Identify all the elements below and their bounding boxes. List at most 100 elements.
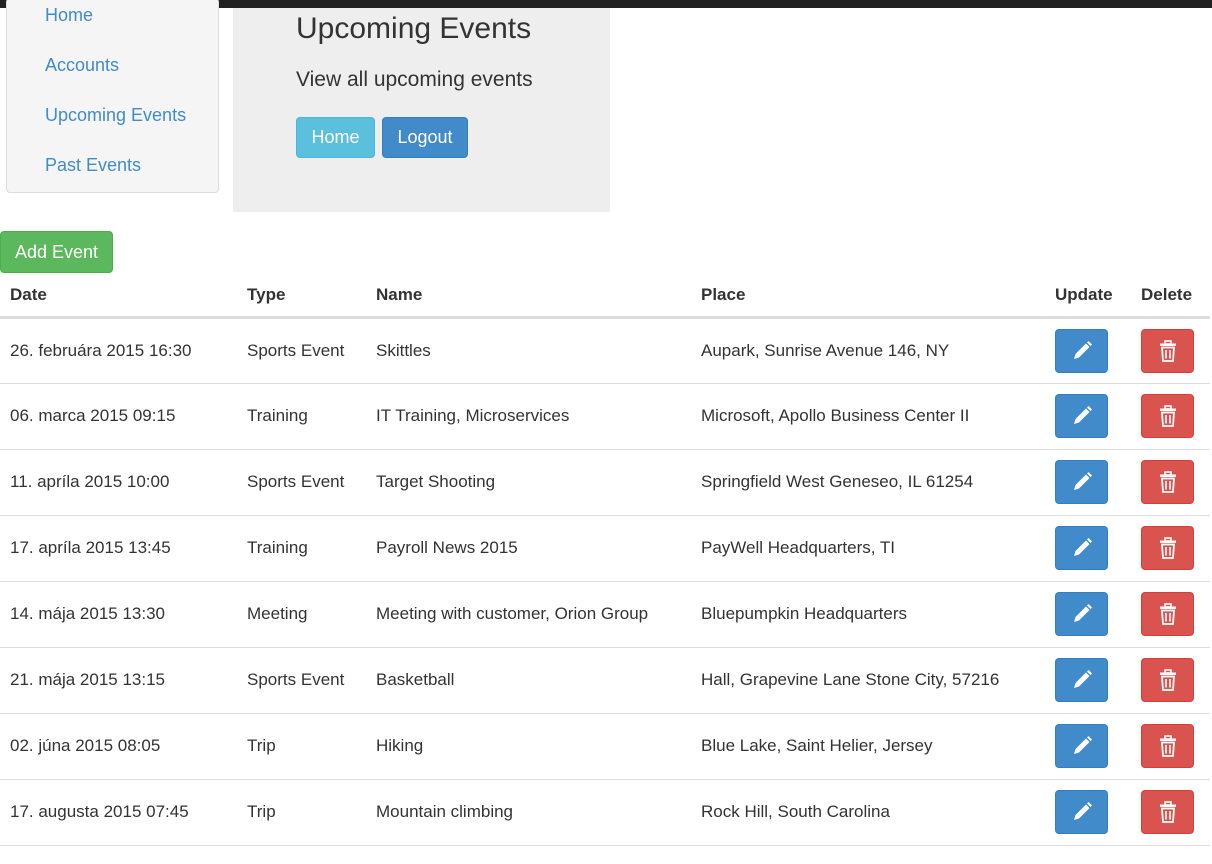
event-type: Training	[237, 383, 366, 450]
event-type: Training	[237, 515, 366, 582]
delete-button[interactable]	[1141, 460, 1194, 504]
delete-cell	[1131, 383, 1210, 450]
logout-button[interactable]: Logout	[382, 117, 468, 158]
table-row: 02. júna 2015 08:05 Trip Hiking Blue Lak…	[0, 713, 1210, 780]
event-name: Payroll News 2015	[366, 515, 691, 582]
update-button[interactable]	[1055, 790, 1108, 834]
table-row: 11. apríla 2015 10:00 Sports Event Targe…	[0, 449, 1210, 516]
table-row: 21. mája 2015 13:15 Sports Event Basketb…	[0, 647, 1210, 714]
update-cell	[1045, 383, 1131, 450]
sidebar-item-upcoming-events[interactable]: Upcoming Events	[45, 105, 186, 126]
update-button[interactable]	[1055, 328, 1108, 373]
table-row: 26. februára 2015 16:30 Sports Event Ski…	[0, 317, 1210, 384]
pencil-icon	[1073, 538, 1092, 556]
table-row: 17. augusta 2015 07:45 Trip Mountain cli…	[0, 779, 1210, 846]
update-button[interactable]	[1055, 460, 1108, 504]
delete-cell	[1131, 779, 1210, 846]
event-place: PayWell Headquarters, TI	[691, 515, 1045, 582]
column-header-update: Update	[1045, 275, 1131, 319]
pencil-icon	[1073, 802, 1092, 820]
event-name: Skittles	[366, 317, 691, 384]
home-button[interactable]: Home	[296, 117, 375, 158]
event-date: 11. apríla 2015 10:00	[0, 449, 237, 516]
event-place: Bluepumpkin Headquarters	[691, 581, 1045, 648]
event-date: 17. augusta 2015 07:45	[0, 779, 237, 846]
update-button[interactable]	[1055, 526, 1108, 570]
event-name: Meeting with customer, Orion Group	[366, 581, 691, 648]
delete-cell	[1131, 515, 1210, 582]
update-cell	[1045, 779, 1131, 846]
event-name: Hiking	[366, 713, 691, 780]
event-place: Rock Hill, South Carolina	[691, 779, 1045, 846]
delete-cell	[1131, 317, 1210, 384]
delete-cell	[1131, 449, 1210, 516]
table-header-row: Date Type Name Place Update Delete	[0, 275, 1210, 319]
update-cell	[1045, 449, 1131, 516]
update-button[interactable]	[1055, 658, 1108, 702]
table-row: 06. marca 2015 09:15 Training IT Trainin…	[0, 383, 1210, 450]
events-table: Date Type Name Place Update Delete 26. f…	[0, 275, 1210, 846]
event-type: Trip	[237, 779, 366, 846]
delete-button[interactable]	[1141, 394, 1194, 438]
delete-cell	[1131, 581, 1210, 648]
event-date: 17. apríla 2015 13:45	[0, 515, 237, 582]
add-event-button[interactable]: Add Event	[0, 231, 113, 273]
update-cell	[1045, 581, 1131, 648]
page-title: Upcoming Events	[296, 12, 532, 45]
update-cell	[1045, 713, 1131, 780]
update-cell	[1045, 317, 1131, 384]
event-name: Mountain climbing	[366, 779, 691, 846]
sidebar: Home Accounts Upcoming Events Past Event…	[6, 0, 219, 193]
trash-icon	[1159, 339, 1176, 362]
delete-button[interactable]	[1141, 790, 1194, 834]
update-button[interactable]	[1055, 592, 1108, 636]
page-subtitle: View all upcoming events	[296, 68, 533, 91]
table-body: 26. februára 2015 16:30 Sports Event Ski…	[0, 317, 1210, 846]
event-date: 06. marca 2015 09:15	[0, 383, 237, 450]
event-type: Meeting	[237, 581, 366, 648]
column-header-date: Date	[0, 275, 237, 319]
event-place: Hall, Grapevine Lane Stone City, 57216	[691, 647, 1045, 714]
trash-icon	[1159, 669, 1176, 691]
column-header-place: Place	[691, 275, 1045, 319]
trash-icon	[1159, 603, 1176, 625]
pencil-icon	[1073, 406, 1092, 424]
event-place: Blue Lake, Saint Helier, Jersey	[691, 713, 1045, 780]
delete-button[interactable]	[1141, 658, 1194, 702]
column-header-type: Type	[237, 275, 366, 319]
trash-icon	[1159, 471, 1176, 493]
event-type: Sports Event	[237, 647, 366, 714]
event-type: Sports Event	[237, 449, 366, 516]
event-name: Basketball	[366, 647, 691, 714]
event-type: Trip	[237, 713, 366, 780]
delete-cell	[1131, 713, 1210, 780]
trash-icon	[1159, 801, 1176, 823]
pencil-icon	[1073, 670, 1092, 688]
delete-button[interactable]	[1141, 724, 1194, 768]
trash-icon	[1159, 735, 1176, 757]
delete-button[interactable]	[1141, 328, 1194, 373]
update-cell	[1045, 647, 1131, 714]
event-type: Sports Event	[237, 317, 366, 384]
event-place: Springfield West Geneseo, IL 61254	[691, 449, 1045, 516]
sidebar-item-home[interactable]: Home	[45, 5, 93, 26]
table-row: 17. apríla 2015 13:45 Training Payroll N…	[0, 515, 1210, 582]
sidebar-item-past-events[interactable]: Past Events	[45, 155, 141, 176]
pencil-icon	[1073, 604, 1092, 622]
delete-button[interactable]	[1141, 592, 1194, 636]
delete-cell	[1131, 647, 1210, 714]
pencil-icon	[1073, 736, 1092, 754]
page-header-panel: Upcoming Events View all upcoming events…	[233, 8, 610, 212]
delete-button[interactable]	[1141, 526, 1194, 570]
event-date: 14. mája 2015 13:30	[0, 581, 237, 648]
column-header-delete: Delete	[1131, 275, 1210, 319]
event-date: 21. mája 2015 13:15	[0, 647, 237, 714]
trash-icon	[1159, 405, 1176, 427]
pencil-icon	[1073, 472, 1092, 490]
event-place: Microsoft, Apollo Business Center II	[691, 383, 1045, 450]
sidebar-item-accounts[interactable]: Accounts	[45, 55, 119, 76]
update-cell	[1045, 515, 1131, 582]
update-button[interactable]	[1055, 724, 1108, 768]
table-row: 14. mája 2015 13:30 Meeting Meeting with…	[0, 581, 1210, 648]
update-button[interactable]	[1055, 394, 1108, 438]
